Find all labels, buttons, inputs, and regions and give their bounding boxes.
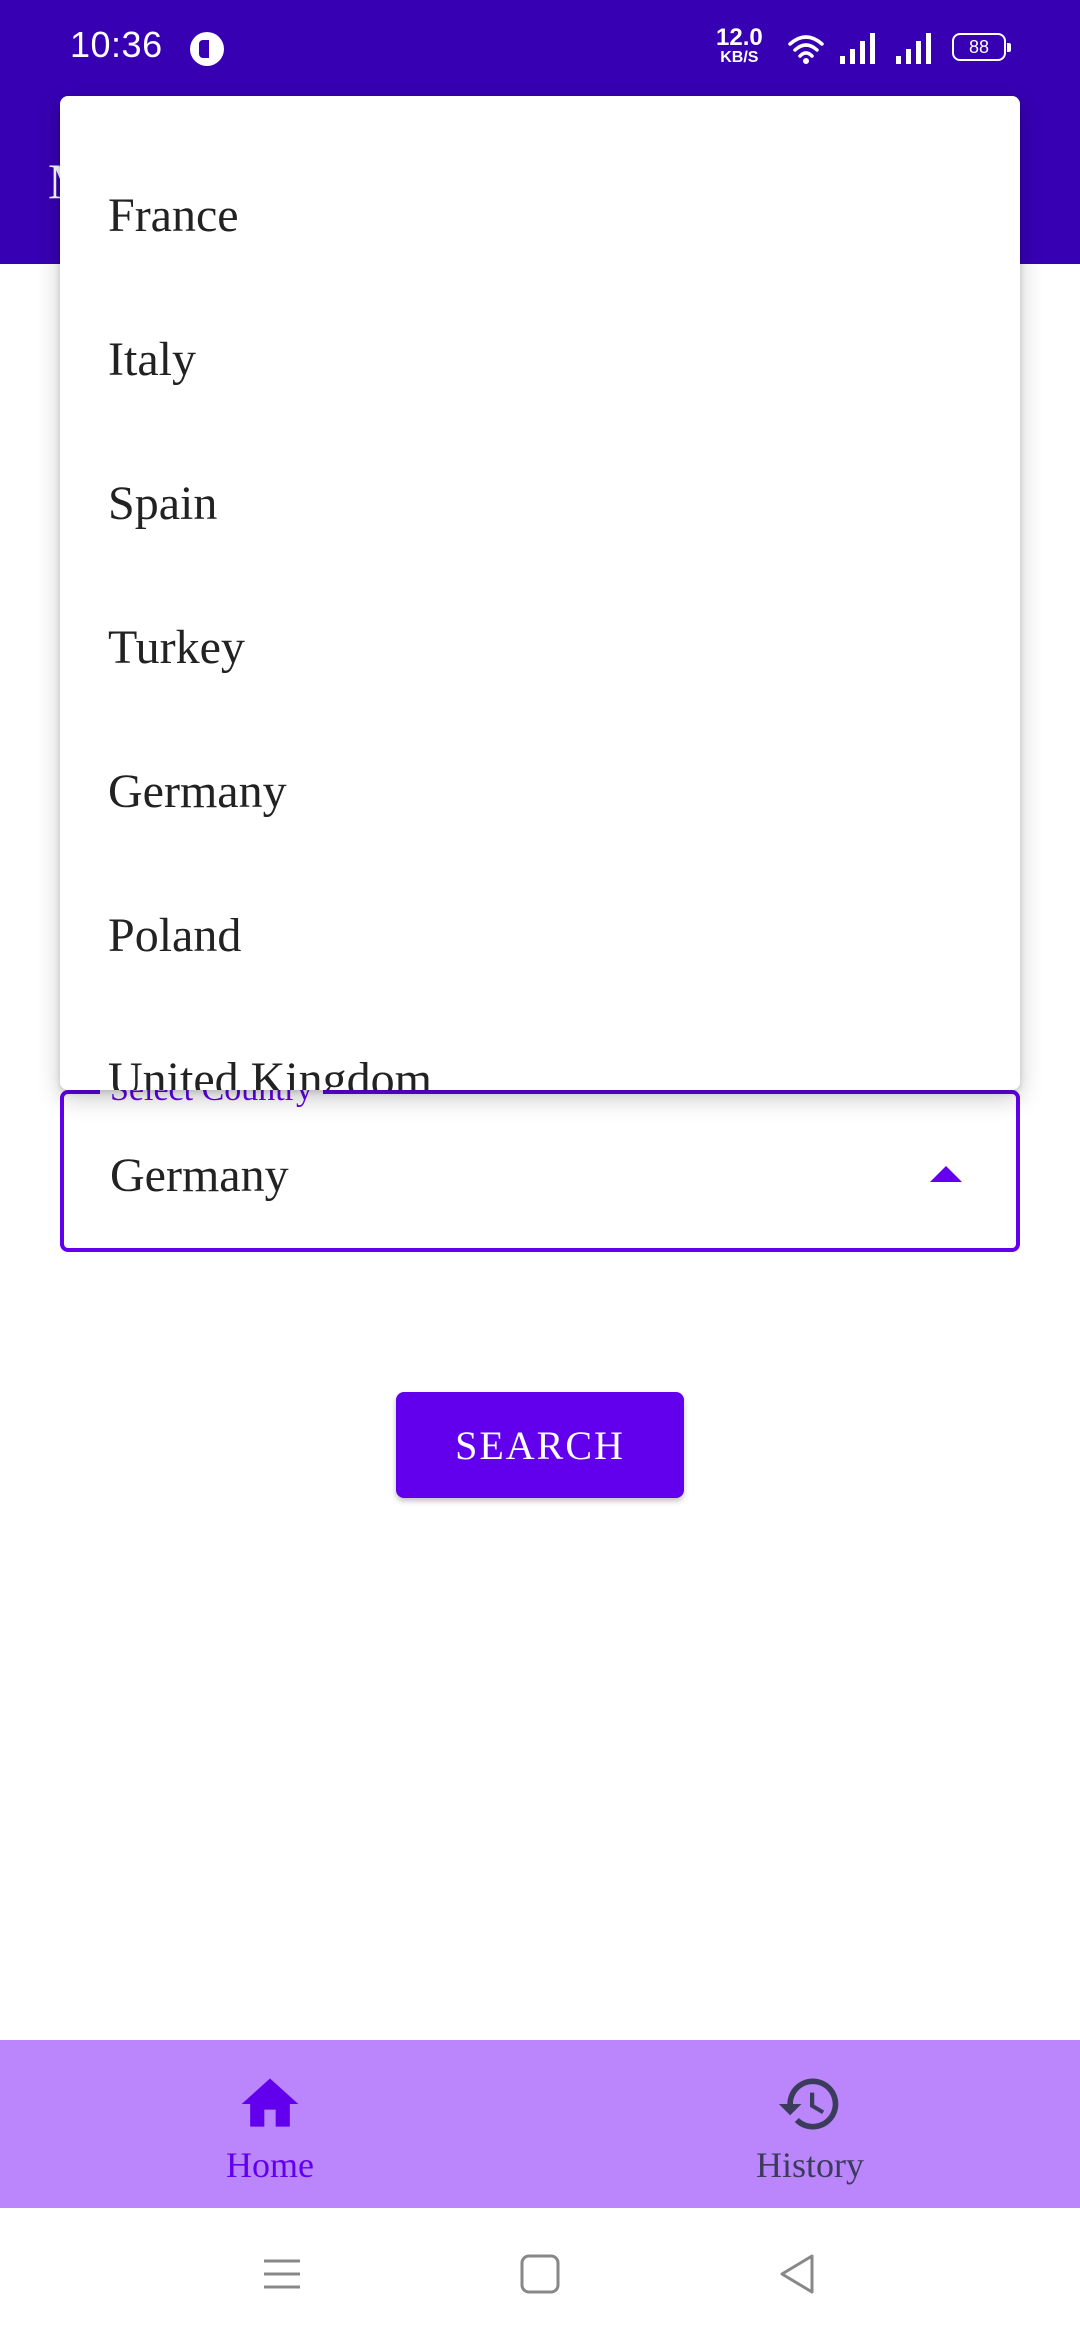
- back-icon[interactable]: [770, 2246, 826, 2302]
- signal-icon: [840, 33, 875, 64]
- dropdown-option-united-kingdom[interactable]: United Kingdom: [60, 1008, 1020, 1090]
- dropdown-option-turkey[interactable]: Turkey: [60, 576, 1020, 720]
- search-button[interactable]: SEARCH: [396, 1392, 684, 1498]
- dropdown-option-france[interactable]: France: [60, 144, 1020, 288]
- caret-up-icon[interactable]: [930, 1166, 962, 1182]
- nav-item-home[interactable]: Home: [0, 2040, 540, 2208]
- nav-label-home: Home: [226, 2145, 314, 2185]
- network-speed-value: 12.0: [716, 24, 763, 51]
- system-navigation-bar: [0, 2208, 1080, 2340]
- home-button-icon[interactable]: [512, 2246, 568, 2302]
- nav-label-history: History: [756, 2145, 864, 2185]
- dropdown-option-germany[interactable]: Germany: [60, 720, 1020, 864]
- country-select[interactable]: Select Country Germany: [60, 1070, 1020, 1252]
- history-icon: [778, 2078, 839, 2130]
- home-icon: [241, 2078, 299, 2127]
- dropdown-option-italy[interactable]: Italy: [60, 288, 1020, 432]
- signal-icon: [896, 33, 931, 64]
- status-time: 10:36: [70, 24, 163, 65]
- network-speed: 12.0 KB/S: [716, 26, 763, 66]
- bottom-navigation: Home History: [0, 2040, 1080, 2208]
- status-bar: 10:36 12.0 KB/S 88: [0, 0, 1080, 96]
- app-notification-icon: [190, 32, 224, 66]
- nav-item-history[interactable]: History: [540, 2040, 1080, 2208]
- network-speed-unit: KB/S: [720, 49, 759, 66]
- wifi-icon: [788, 35, 824, 64]
- country-select-value: Germany: [110, 1149, 289, 1202]
- country-dropdown-menu: France Italy Spain Turkey Germany Poland…: [60, 96, 1020, 1090]
- recent-apps-icon[interactable]: [254, 2246, 310, 2302]
- battery-icon: 88: [952, 33, 1011, 61]
- dropdown-option-poland[interactable]: Poland: [60, 864, 1020, 1008]
- dropdown-option-spain[interactable]: Spain: [60, 432, 1020, 576]
